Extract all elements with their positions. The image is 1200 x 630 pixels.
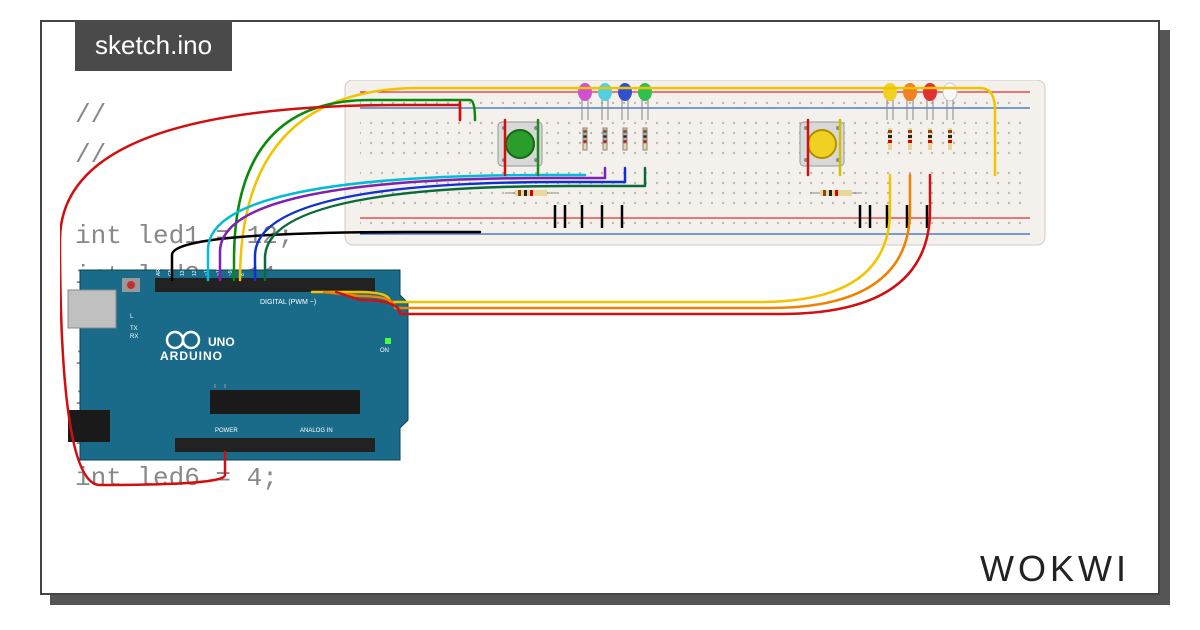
resistor[interactable] xyxy=(583,128,587,150)
resistor[interactable] xyxy=(948,128,952,150)
push-button-yellow[interactable] xyxy=(800,122,844,166)
resistor[interactable] xyxy=(643,128,647,150)
file-tab[interactable]: sketch.ino xyxy=(75,20,232,71)
svg-text:12: 12 xyxy=(192,270,198,276)
resistor[interactable] xyxy=(888,128,892,150)
resistor[interactable] xyxy=(928,128,932,150)
power-label: POWER xyxy=(215,428,238,434)
resistor[interactable] xyxy=(908,128,912,150)
board-name: ARDUINO xyxy=(160,349,223,363)
circuit-simulator[interactable]: UNO ARDUINO DIGITAL (PWM ~) POWER ANALOG… xyxy=(60,80,1120,500)
digital-label: DIGITAL (PWM ~) xyxy=(260,299,316,306)
svg-text:AREF: AREF xyxy=(156,263,162,276)
tx-label: TX xyxy=(130,326,138,332)
rx-label: RX xyxy=(130,334,138,340)
analog-label: ANALOG IN xyxy=(300,428,333,434)
on-label: ON xyxy=(380,348,389,354)
resistor[interactable] xyxy=(603,128,607,150)
board-model: UNO xyxy=(208,335,235,349)
filename-label: sketch.ino xyxy=(95,30,212,60)
svg-text:13: 13 xyxy=(180,270,186,276)
wokwi-logo: WOKWI xyxy=(980,548,1130,590)
resistor[interactable] xyxy=(623,128,627,150)
